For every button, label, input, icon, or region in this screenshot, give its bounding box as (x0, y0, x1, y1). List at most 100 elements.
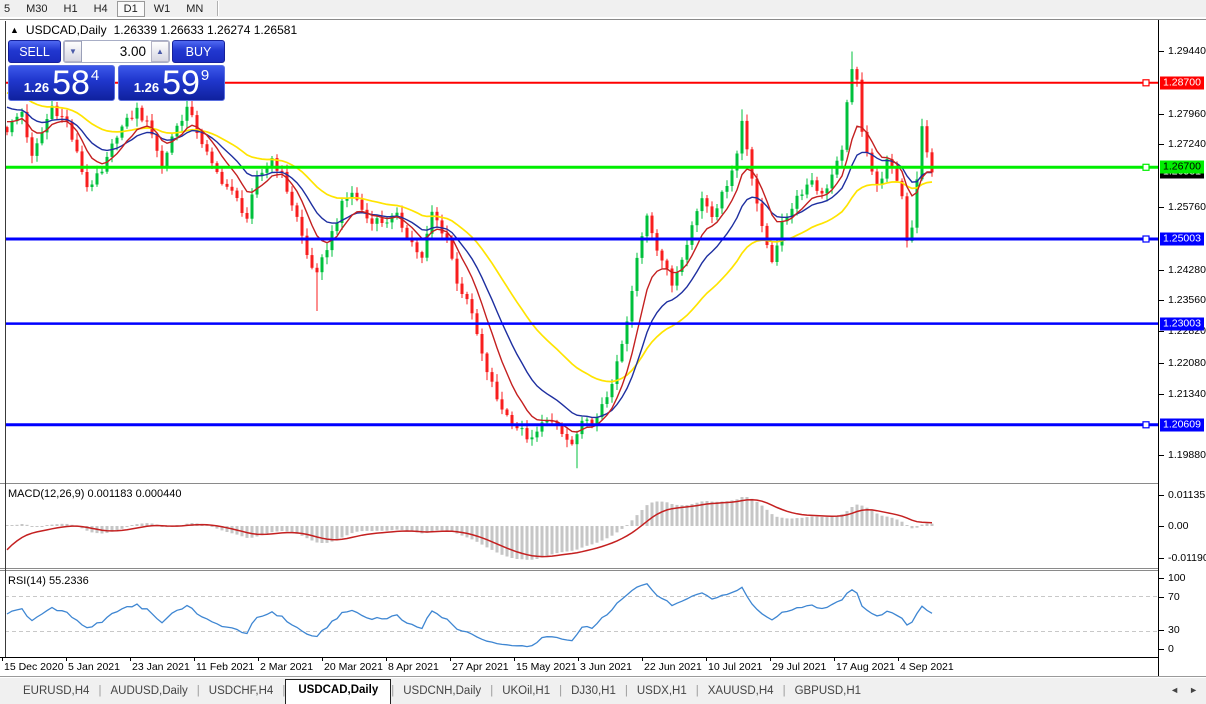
timeframe-button-w1[interactable]: W1 (147, 1, 178, 17)
toolbar-divider (217, 1, 219, 16)
timeframe-button-h4[interactable]: H4 (87, 1, 115, 17)
macd-bar (120, 526, 124, 529)
macd-bar (920, 524, 924, 526)
timeframe-button-h1[interactable]: H1 (57, 1, 85, 17)
candle-body (810, 180, 814, 185)
axis-tick (1159, 207, 1164, 208)
tabs-scroll-left-icon[interactable]: ◄ (1170, 685, 1179, 695)
candle-body (50, 105, 54, 119)
candle-body (135, 107, 139, 119)
chart-tab-audusd-daily[interactable]: AUDUSD,Daily (101, 681, 196, 704)
macd-bar (445, 526, 449, 531)
chart-tab-ukoil-h1[interactable]: UKOil,H1 (493, 681, 559, 704)
macd-bar (480, 526, 484, 545)
macd-bar (585, 526, 589, 546)
macd-bar (45, 525, 49, 526)
macd-bar (25, 524, 29, 526)
axis-tick (1159, 597, 1164, 598)
chart-tab-dj30-h1[interactable]: DJ30,H1 (562, 681, 625, 704)
candle-body (85, 172, 89, 188)
macd-bar (650, 502, 654, 526)
rsi-indicator-pane[interactable] (0, 571, 1158, 657)
timeframe-button-5[interactable]: 5 (0, 1, 17, 17)
price-level-badge: 1.26700 (1160, 160, 1204, 174)
candle-body (730, 170, 734, 186)
volume-spinner: ▼ ▲ (63, 40, 170, 63)
macd-bar (305, 526, 309, 539)
macd-bar (365, 526, 369, 531)
ma-fast-line (6, 117, 932, 433)
chart-tab-eurusd-h4[interactable]: EURUSD,H4 (14, 681, 98, 704)
axis-tick (1159, 455, 1164, 456)
macd-bar (800, 517, 804, 526)
candle-body (335, 223, 339, 232)
candle-body (930, 152, 934, 173)
candle-body (465, 294, 469, 300)
macd-bar (265, 526, 269, 534)
axis-tick (1159, 495, 1164, 496)
volume-decrease-button[interactable]: ▼ (64, 41, 82, 62)
candle-body (325, 250, 329, 258)
macd-label: MACD(12,26,9) 0.001183 0.000440 (8, 488, 182, 500)
macd-bar (50, 524, 54, 526)
macd-bar (860, 505, 864, 526)
candle-body (310, 255, 314, 268)
candle-body (100, 171, 104, 174)
buy-button[interactable]: BUY (172, 40, 225, 63)
candle-body (295, 205, 299, 217)
macd-bar (870, 510, 874, 526)
one-click-trading-panel: SELL ▼ ▲ BUY 1.26 58 4 1.26 59 9 (8, 40, 225, 101)
macd-bar (10, 525, 14, 526)
time-axis[interactable]: 15 Dec 2020 5 Jan 2021 23 Jan 2021 11 Feb 2… (0, 657, 1158, 676)
rsi-label: RSI(14) 55.2336 (8, 575, 89, 587)
axis-tick (1159, 270, 1164, 271)
chart-tab-xauusd-h4[interactable]: XAUUSD,H4 (699, 681, 783, 704)
chart-tab-usdchf-h4[interactable]: USDCHF,H4 (200, 681, 283, 704)
chart-tab-usdcad-daily[interactable]: USDCAD,Daily (285, 679, 392, 704)
candle-body (405, 227, 409, 238)
macd-bar (270, 526, 274, 533)
candle-body (205, 144, 209, 152)
macd-bar (580, 526, 584, 548)
timeframe-button-mn[interactable]: MN (179, 1, 210, 17)
candle-body (505, 409, 509, 415)
macd-bar (380, 526, 384, 531)
macd-bar (770, 514, 774, 526)
chart-tab-usdx-h1[interactable]: USDX,H1 (628, 681, 696, 704)
candle-body (470, 299, 474, 314)
macd-bar (745, 497, 749, 526)
candle-body (560, 425, 564, 434)
time-tick-label: 23 Jan 2021 (132, 661, 190, 673)
axis-tick (1159, 649, 1164, 650)
macd-bar (20, 524, 24, 526)
chart-tab-usdcnh-daily[interactable]: USDCNH,Daily (394, 681, 490, 704)
candle-body (830, 174, 834, 189)
buy-price-display[interactable]: 1.26 59 9 (118, 65, 225, 101)
macd-bar (105, 526, 109, 533)
chart-tab-gbpusd-h1[interactable]: GBPUSD,H1 (786, 681, 870, 704)
candle-body (180, 120, 184, 126)
volume-increase-button[interactable]: ▲ (151, 41, 169, 62)
candle-body (645, 215, 649, 237)
axis-tick (1159, 363, 1164, 364)
timeframe-button-d1[interactable]: D1 (116, 0, 145, 17)
volume-input[interactable] (81, 41, 152, 62)
hline-handle (1142, 421, 1150, 429)
macd-bar (880, 515, 884, 526)
sell-price-display[interactable]: 1.26 58 4 (8, 65, 115, 101)
sell-button[interactable]: SELL (8, 40, 61, 63)
candle-body (480, 334, 484, 354)
axis-tick (1159, 394, 1164, 395)
candle-body (760, 203, 764, 226)
candle-body (225, 183, 229, 187)
candle-body (235, 190, 239, 198)
price-axis[interactable]: 1.29440 1.27960 1.27240 1.25760 1.24280 1.235… (1158, 20, 1206, 676)
chart-left-border (5, 21, 6, 657)
macd-bar (550, 526, 554, 555)
candle-body (705, 198, 709, 207)
candle-body (90, 184, 94, 187)
tabs-scroll-right-icon[interactable]: ► (1189, 685, 1198, 695)
macd-bar (35, 526, 39, 527)
timeframe-button-m30[interactable]: M30 (19, 1, 54, 17)
candle-body (800, 194, 804, 196)
